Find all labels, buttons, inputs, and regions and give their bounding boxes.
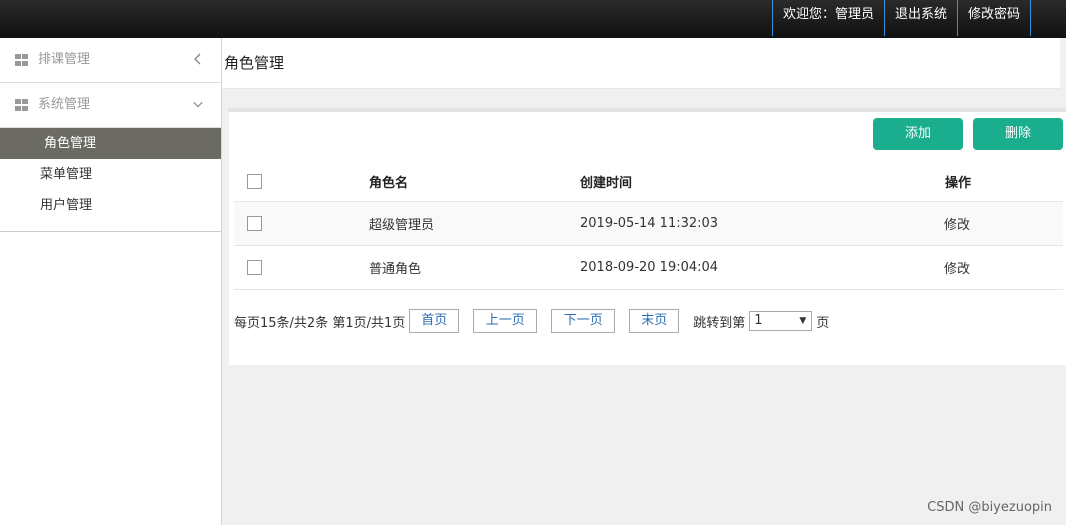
table-row: 普通角色 2018-09-20 19:04:04 修改 [234,245,1063,290]
edit-link[interactable]: 修改 [944,245,1063,290]
cell-created-time: 2019-05-14 11:32:03 [579,201,944,246]
roles-table: 角色名 创建时间 操作 超级管理员 2019-05-14 11:32:03 修改… [234,162,1063,290]
pager-summary: 每页15条/共2条 第1页/共1页 [234,315,406,331]
page-select[interactable]: 1 ▼ [749,311,813,331]
edit-link[interactable]: 修改 [944,201,1063,246]
first-page-button[interactable]: 首页 [409,309,460,333]
cell-role-name: 超级管理员 [368,201,579,246]
sidebar-group-scheduling[interactable]: 排课管理 [0,38,221,83]
header-role-name: 角色名 [368,162,579,202]
cell-created-time: 2018-09-20 19:04:04 [579,245,944,290]
header-actions: 操作 [944,162,1063,202]
logout-link[interactable]: 退出系统 [883,0,957,36]
grid-icon [15,99,28,111]
cell-role-name: 普通角色 [368,245,579,290]
pagination: 每页15条/共2条 第1页/共1页 首页 上一页 下一页 末页 跳转到第 1 ▼… [234,309,829,333]
sidebar-item-users[interactable]: 用户管理 [0,190,221,221]
page-title: 角色管理 [224,54,285,72]
page-suffix: 页 [816,315,830,331]
row-checkbox[interactable] [247,260,262,275]
header-created-time: 创建时间 [579,162,944,202]
top-bar: 欢迎您：管理员 退出系统 修改密码 [0,0,1066,38]
welcome-user[interactable]: 欢迎您：管理员 [771,0,884,36]
last-page-button[interactable]: 末页 [629,309,680,333]
prev-page-button[interactable]: 上一页 [473,309,538,333]
select-all-checkbox[interactable] [247,174,262,189]
content-panel: 添加 删除 角色名 创建时间 操作 超级管理员 2019-05-14 11:32… [229,112,1066,365]
caret-down-icon: ▼ [799,316,807,326]
page-title-bar: 角色管理 [222,38,1060,89]
grid-icon [15,54,28,66]
chevron-left-icon [194,53,201,65]
sidebar-group-label: 系统管理 [38,97,91,112]
jump-label: 跳转到第 [693,315,746,331]
sidebar-item-roles[interactable]: 角色管理 [0,128,221,159]
table-header-row: 角色名 创建时间 操作 [234,162,1063,202]
sidebar-submenu: 角色管理 菜单管理 用户管理 [0,128,221,232]
change-password-link[interactable]: 修改密码 [956,0,1031,36]
next-page-button[interactable]: 下一页 [551,309,616,333]
chevron-down-icon [193,101,203,108]
table-row: 超级管理员 2019-05-14 11:32:03 修改 [234,201,1063,246]
add-button[interactable]: 添加 [873,118,963,150]
sidebar-group-system[interactable]: 系统管理 [0,83,221,128]
sidebar-group-label: 排课管理 [38,52,91,67]
watermark: CSDN @biyezuopin [927,500,1052,515]
sidebar: 排课管理 系统管理 角色管理 菜单管理 用户管理 [0,38,222,525]
delete-button[interactable]: 删除 [973,118,1063,150]
sidebar-item-menus[interactable]: 菜单管理 [0,159,221,190]
page-select-value: 1 [754,313,763,328]
top-nav: 欢迎您：管理员 退出系统 修改密码 [771,0,1031,36]
row-checkbox[interactable] [247,216,262,231]
